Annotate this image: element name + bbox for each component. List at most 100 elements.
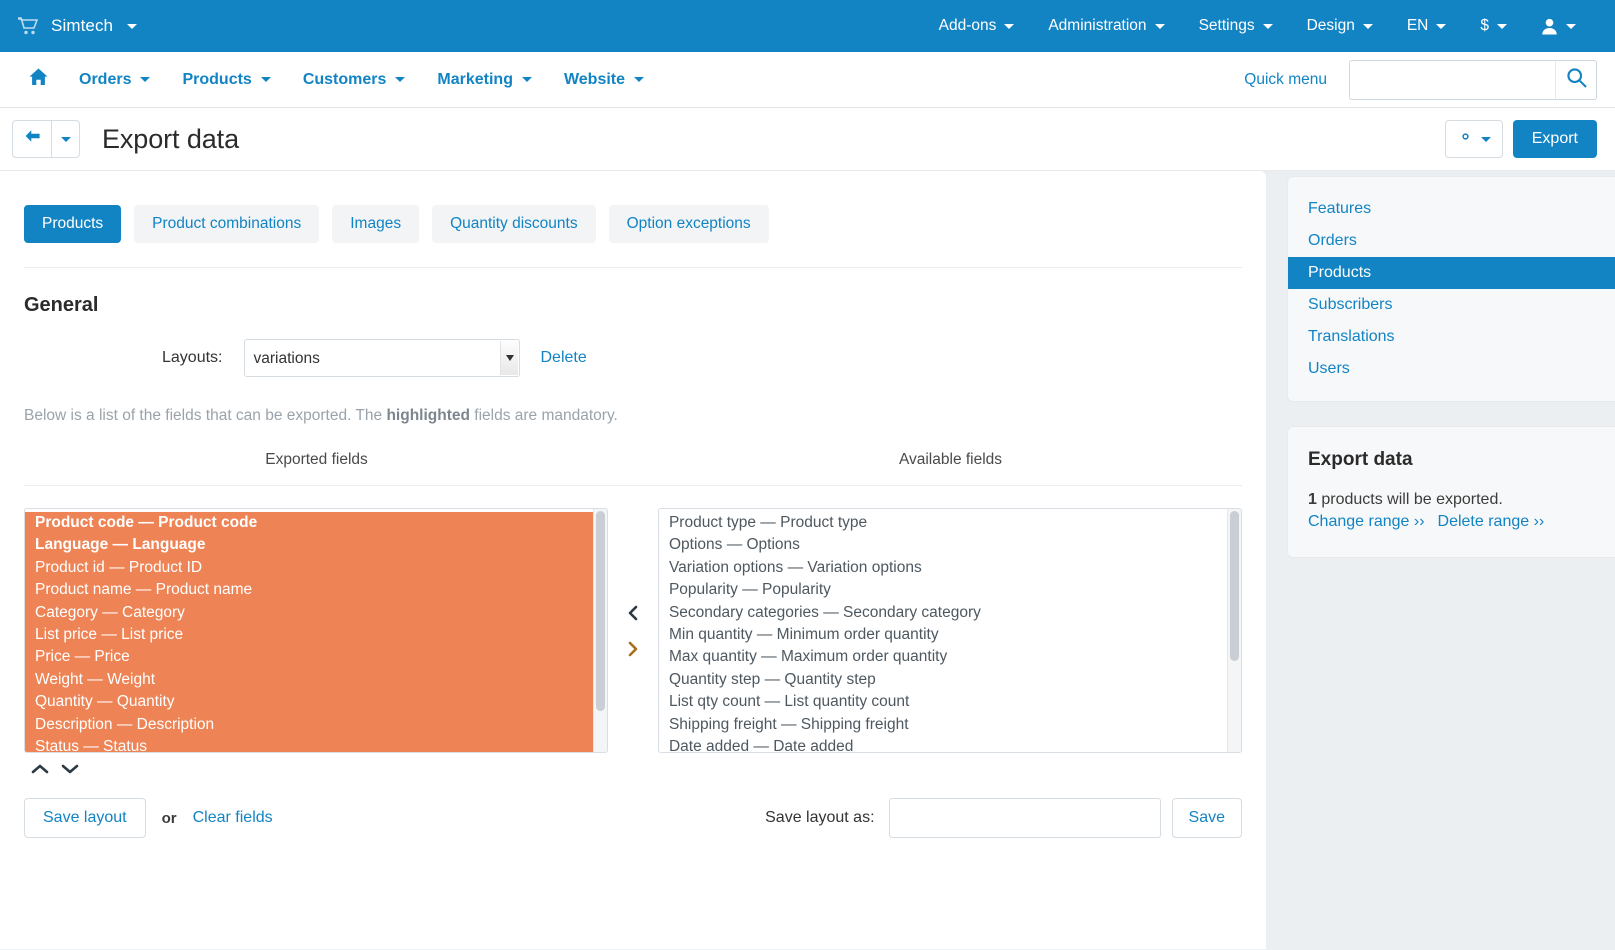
- topnav-item-design[interactable]: Design: [1290, 0, 1390, 52]
- chevron-down-icon: [260, 77, 271, 82]
- list-item[interactable]: Language — Language: [25, 534, 594, 557]
- chevron-down-icon: [1497, 23, 1507, 29]
- list-item[interactable]: Status — Status: [25, 736, 594, 752]
- back-dropdown-button[interactable]: [52, 120, 80, 158]
- delete-layout-link[interactable]: Delete: [534, 341, 592, 375]
- list-item[interactable]: Secondary categories — Secondary categor…: [659, 602, 1227, 624]
- main-nav-right: Quick menu: [1244, 59, 1597, 100]
- nav-item-marketing[interactable]: Marketing: [421, 52, 548, 108]
- save-button[interactable]: Save: [1171, 798, 1242, 838]
- bottom-actions: Save layout or Clear fields Save layout …: [24, 798, 1242, 838]
- search-button[interactable]: [1555, 59, 1597, 100]
- tab-option-exceptions[interactable]: Option exceptions: [608, 205, 769, 243]
- scrollbar-thumb[interactable]: [596, 511, 606, 711]
- list-item[interactable]: Product name — Product name: [25, 579, 594, 602]
- topnav-item-currency[interactable]: $: [1463, 0, 1524, 52]
- nav-label: Products: [182, 70, 252, 88]
- tab-quantity-discounts[interactable]: Quantity discounts: [432, 205, 596, 243]
- sidebar-item-features[interactable]: Features: [1288, 193, 1615, 225]
- sidebar-item-products[interactable]: Products: [1288, 257, 1615, 289]
- available-fields-listbox[interactable]: Product type — Product type Options — Op…: [657, 508, 1243, 753]
- nav-item-orders[interactable]: Orders: [63, 52, 166, 108]
- save-layout-button[interactable]: Save layout: [24, 798, 146, 838]
- available-fields-header: Available fields: [898, 451, 1003, 468]
- list-item[interactable]: Description — Description: [25, 713, 594, 737]
- chevron-down-icon: [1480, 136, 1491, 142]
- dual-list-row: Product code — Product code Language — L…: [24, 508, 1243, 753]
- scrollbar-thumb[interactable]: [1230, 511, 1240, 661]
- move-left-button[interactable]: [625, 603, 641, 623]
- list-item[interactable]: Quantity — Quantity: [25, 691, 594, 714]
- list-item[interactable]: Price — Price: [25, 646, 594, 669]
- nav-home-button[interactable]: [14, 52, 63, 108]
- tab-product-combinations[interactable]: Product combinations: [134, 205, 320, 243]
- sidebar-item-users[interactable]: Users: [1288, 353, 1615, 385]
- export-button[interactable]: Export: [1512, 120, 1597, 158]
- chevron-down-icon: [61, 136, 71, 142]
- topnav-item-account[interactable]: [1524, 0, 1593, 52]
- list-item[interactable]: Popularity — Popularity: [659, 579, 1227, 601]
- search-box: [1349, 59, 1597, 100]
- available-fields-scrollbar[interactable]: [1227, 509, 1242, 752]
- nav-item-customers[interactable]: Customers: [287, 52, 422, 108]
- tab-bar: Products Product combinations Images Qua…: [24, 205, 1242, 268]
- back-button[interactable]: [12, 120, 52, 158]
- layout-select[interactable]: variations: [244, 339, 521, 377]
- save-layout-as-input[interactable]: [888, 798, 1161, 838]
- transfer-buttons: [608, 508, 658, 753]
- quick-menu-link[interactable]: Quick menu: [1244, 71, 1349, 89]
- list-item[interactable]: Weight — Weight: [25, 668, 594, 692]
- topnav-item-language[interactable]: EN: [1390, 0, 1464, 52]
- clear-fields-link[interactable]: Clear fields: [193, 809, 273, 827]
- sidebar-item-translations[interactable]: Translations: [1288, 321, 1615, 353]
- exported-fields-listbox[interactable]: Product code — Product code Language — L…: [24, 508, 609, 753]
- list-item[interactable]: Min quantity — Minimum order quantity: [659, 624, 1227, 646]
- or-separator: or: [161, 809, 177, 827]
- settings-dropdown-button[interactable]: [1444, 120, 1503, 158]
- list-item[interactable]: Quantity step — Quantity step: [659, 669, 1227, 691]
- list-item[interactable]: Product type — Product type: [659, 512, 1227, 534]
- back-button-group: [12, 120, 80, 158]
- page-title-bar: Export data Export: [0, 108, 1615, 171]
- move-down-button[interactable]: [60, 762, 80, 776]
- sidebar-item-orders[interactable]: Orders: [1288, 225, 1615, 257]
- list-item[interactable]: Variation options — Variation options: [659, 557, 1227, 579]
- topnav-item-addons[interactable]: Add-ons: [922, 0, 1032, 52]
- delete-range-link[interactable]: Delete range ››: [1438, 513, 1545, 531]
- page-title: Export data: [102, 123, 239, 154]
- topnav-label: Settings: [1198, 17, 1255, 34]
- brand-menu[interactable]: Simtech: [17, 16, 138, 36]
- exported-fields-scrollbar[interactable]: [593, 509, 608, 752]
- move-right-button[interactable]: [625, 639, 641, 659]
- tab-images[interactable]: Images: [332, 205, 420, 243]
- nav-item-website[interactable]: Website: [548, 52, 660, 108]
- right-sidebar: Features Orders Products Subscribers Tra…: [1266, 171, 1615, 583]
- list-item[interactable]: List price — List price: [25, 624, 594, 647]
- nav-label: Website: [563, 70, 626, 88]
- topnav-item-settings[interactable]: Settings: [1182, 0, 1290, 52]
- tab-products[interactable]: Products: [24, 205, 122, 243]
- chevron-down-icon: [1004, 23, 1015, 29]
- topnav-label: Add-ons: [938, 17, 997, 34]
- list-item[interactable]: List qty count — List quantity count: [659, 691, 1227, 713]
- move-up-button[interactable]: [30, 762, 50, 776]
- help-bold: highlighted: [386, 407, 470, 424]
- list-item[interactable]: Date added — Date added: [659, 736, 1227, 752]
- layouts-label: Layouts:: [162, 349, 223, 366]
- list-item[interactable]: Max quantity — Maximum order quantity: [659, 646, 1227, 668]
- list-item[interactable]: Product id — Product ID: [25, 556, 594, 580]
- chevron-down-icon: [1362, 23, 1373, 29]
- page-body: Products Product combinations Images Qua…: [0, 171, 1615, 949]
- nav-item-products[interactable]: Products: [166, 52, 286, 108]
- list-item[interactable]: Product code — Product code: [25, 512, 594, 535]
- list-item[interactable]: Shipping freight — Shipping freight: [659, 714, 1227, 736]
- search-input[interactable]: [1349, 59, 1555, 100]
- change-range-link[interactable]: Change range ››: [1308, 513, 1425, 531]
- topnav-item-administration[interactable]: Administration: [1031, 0, 1181, 52]
- sidebar-item-subscribers[interactable]: Subscribers: [1288, 289, 1615, 321]
- top-bar: Simtech Add-ons Administration Settings …: [0, 0, 1615, 52]
- chevron-down-icon: [140, 77, 151, 82]
- list-item[interactable]: Options — Options: [659, 534, 1227, 556]
- list-item[interactable]: Category — Category: [25, 601, 594, 625]
- arrow-left-icon: [24, 129, 41, 149]
